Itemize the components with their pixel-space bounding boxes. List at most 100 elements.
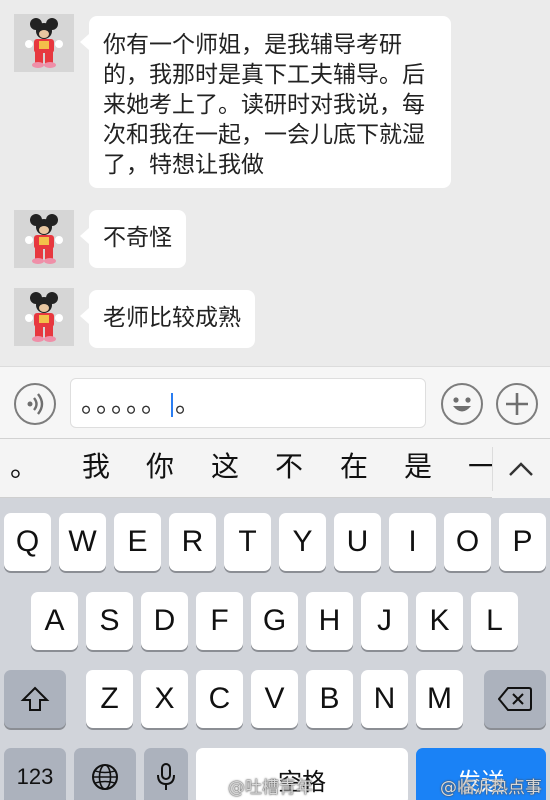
mickey-mouse-avatar-icon — [14, 210, 74, 268]
key-b[interactable]: B — [306, 670, 353, 728]
key-label: A — [44, 604, 65, 637]
key-label: R — [181, 525, 204, 558]
expand-candidates-button[interactable] — [491, 439, 550, 499]
watermark: @临沂热点事 — [440, 778, 542, 798]
key-label: J — [377, 604, 392, 637]
key-label: 123 — [16, 764, 54, 789]
key-w[interactable]: W — [59, 513, 106, 571]
message-text-line: 次和我在一起，一会儿底下就湿 — [103, 122, 425, 148]
key-label: V — [264, 682, 285, 715]
watermark: @吐槽青年 — [228, 778, 313, 798]
numbers-key[interactable]: 123 — [4, 748, 66, 800]
emoji-icon — [453, 397, 471, 412]
key-label: S — [99, 604, 120, 637]
chevron-up-icon — [491, 447, 533, 491]
key-r[interactable]: R — [169, 513, 216, 571]
candidate-word[interactable]: 不 — [275, 447, 303, 487]
avatar[interactable] — [14, 210, 74, 268]
key-label: W — [68, 525, 97, 558]
key-e[interactable]: E — [114, 513, 161, 571]
mickey-mouse-avatar-icon — [14, 14, 74, 72]
key-a[interactable]: A — [31, 592, 78, 650]
key-j[interactable]: J — [361, 592, 408, 650]
key-label: M — [427, 682, 452, 715]
key-label: K — [429, 604, 450, 637]
globe-icon — [92, 764, 118, 790]
key-label: X — [154, 682, 175, 715]
key-label: Q — [15, 525, 40, 558]
more-button[interactable] — [496, 383, 538, 425]
key-label: G — [262, 604, 287, 637]
chat-area[interactable]: 你有一个师姐，是我辅导考研 的，我那时是真下工夫辅导。后 来她考上了。读研时对我… — [0, 0, 550, 366]
key-label: I — [408, 525, 417, 558]
candidate-bar: 。 我 你 这 不 在 是 一 — [0, 438, 550, 499]
shift-icon — [20, 686, 50, 711]
key-z[interactable]: Z — [86, 670, 133, 728]
key-label: Y — [292, 525, 313, 558]
candidate-word[interactable]: 这 — [211, 447, 239, 487]
key-f[interactable]: F — [196, 592, 243, 650]
key-t[interactable]: T — [224, 513, 271, 571]
message-input[interactable]: 。。。。。。 — [70, 378, 426, 428]
key-q[interactable]: Q — [4, 513, 51, 571]
key-label: U — [346, 525, 369, 558]
message-bubble[interactable]: 不奇怪 — [80, 210, 186, 268]
key-label: T — [238, 525, 257, 558]
delete-key[interactable] — [484, 670, 546, 728]
message-text-line: 你有一个师姐，是我辅导考研 — [103, 32, 402, 58]
message-text-line: 来她考上了。读研时对我说，每 — [103, 92, 425, 118]
key-s[interactable]: S — [86, 592, 133, 650]
voice-button[interactable] — [14, 383, 56, 425]
key-n[interactable]: N — [361, 670, 408, 728]
key-label: D — [153, 604, 176, 637]
key-h[interactable]: H — [306, 592, 353, 650]
key-u[interactable]: U — [334, 513, 381, 571]
globe-key[interactable] — [74, 748, 136, 800]
candidate-word[interactable]: 你 — [146, 447, 174, 487]
key-d[interactable]: D — [141, 592, 188, 650]
message-bubble[interactable]: 老师比较成熟 — [80, 290, 255, 348]
key-o[interactable]: O — [444, 513, 491, 571]
key-k[interactable]: K — [416, 592, 463, 650]
plus-icon — [506, 393, 528, 415]
avatar[interactable] — [14, 14, 74, 72]
key-label: B — [319, 682, 340, 715]
key-c[interactable]: C — [196, 670, 243, 728]
key-v[interactable]: V — [251, 670, 298, 728]
key-g[interactable]: G — [251, 592, 298, 650]
key-label: F — [210, 604, 229, 637]
candidate-word[interactable]: 在 — [340, 447, 368, 487]
key-l[interactable]: L — [471, 592, 518, 650]
key-label: C — [208, 682, 231, 715]
shift-key[interactable] — [4, 670, 66, 728]
message-text-line: 的，我那时是真下工夫辅导。后 — [103, 62, 425, 88]
key-i[interactable]: I — [389, 513, 436, 571]
microphone-key[interactable] — [144, 748, 188, 800]
key-y[interactable]: Y — [279, 513, 326, 571]
avatar[interactable] — [14, 288, 74, 346]
candidate-word[interactable]: 是 — [404, 447, 432, 487]
input-bar: 。。。。。。 — [0, 366, 550, 438]
key-m[interactable]: M — [416, 670, 463, 728]
mickey-mouse-avatar-icon — [14, 288, 74, 346]
candidate-word[interactable]: 我 — [82, 447, 110, 487]
emoji-button[interactable] — [441, 383, 483, 425]
key-label: N — [373, 682, 396, 715]
message-bubble[interactable]: 你有一个师姐，是我辅导考研 的，我那时是真下工夫辅导。后 来她考上了。读研时对我… — [80, 16, 451, 188]
key-label: H — [318, 604, 341, 637]
keyboard: Q W E R T Y U I O P A S D F G H J K L Z … — [0, 498, 550, 800]
message-text-line: 不奇怪 — [103, 225, 172, 251]
message-text-line: 老师比较成熟 — [103, 305, 241, 331]
key-label: Z — [100, 682, 119, 715]
candidate-word[interactable]: 。 — [10, 447, 38, 487]
key-label: L — [486, 604, 503, 637]
text-cursor — [171, 392, 174, 417]
key-p[interactable]: P — [499, 513, 546, 571]
message-input-value-tail: 。 — [175, 389, 204, 419]
key-x[interactable]: X — [141, 670, 188, 728]
backspace-icon — [498, 687, 532, 711]
message-input-value: 。。。。。 — [81, 389, 170, 419]
key-label: E — [127, 525, 148, 558]
message-text-line: 了，特想让我做 — [103, 152, 264, 178]
key-label: O — [455, 525, 480, 558]
